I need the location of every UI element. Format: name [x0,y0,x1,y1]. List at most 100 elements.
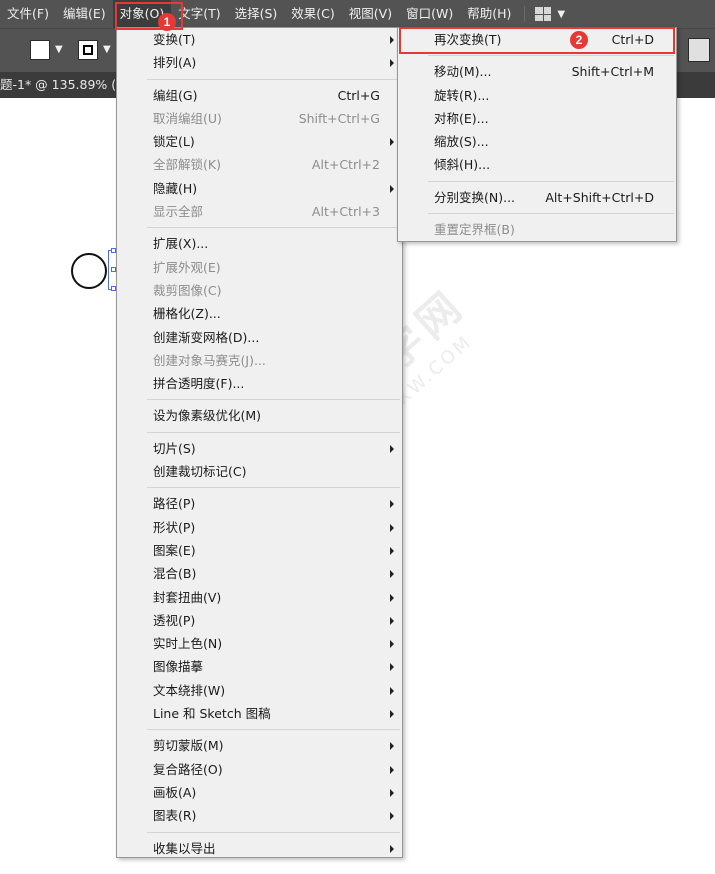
menubar: 文件(F) 编辑(E) 对象(O) 文字(T) 选择(S) 效果(C) 视图(V… [0,0,715,28]
object-menu-item[interactable]: 画板(A) [117,781,402,804]
stroke-square-icon [83,45,93,55]
object-menu-item[interactable]: 剪切蒙版(M) [117,734,402,757]
menu-divider [147,78,400,80]
menu-item-label: 取消编组(U) [153,110,222,126]
object-menu-item[interactable]: 拼合透明度(F)... [117,372,402,395]
menu-item-label: 路径(P) [153,496,196,512]
object-menu-item[interactable]: Line 和 Sketch 图稿 [117,702,402,725]
object-menu-item[interactable]: 切片(S) [117,437,402,460]
menu-item-shortcut: Ctrl+G [337,87,380,103]
submenu-arrow-icon [390,593,394,602]
object-menu-item[interactable]: 图像描摹 [117,655,402,678]
object-menu-item[interactable]: 封套扭曲(V) [117,586,402,609]
menu-divider [147,399,400,401]
menu-item-label: 栅格化(Z)... [153,306,221,322]
menu-view[interactable]: 视图(V) [342,0,399,28]
menu-item-label: 移动(M)... [434,64,492,80]
stroke-dropdown-icon[interactable]: ▼ [103,44,111,55]
submenu-arrow-icon [390,742,394,751]
menu-item-label: 收集以导出 [153,840,216,856]
menu-item-label: 剪切蒙版(M) [153,738,224,754]
submenu-arrow-icon [390,36,394,44]
menu-item-label: 创建渐变网格(D)... [153,329,260,345]
menu-divider [147,431,400,433]
object-menu-item[interactable]: 创建裁切标记(C) [117,460,402,483]
object-menu-item[interactable]: 隐藏(H) [117,177,402,200]
object-menu-item[interactable]: 扩展(X)... [117,232,402,255]
menu-item-label: 画板(A) [153,784,197,800]
submenu-arrow-icon [390,686,394,695]
object-menu-item[interactable]: 设为像素级优化(M) [117,404,402,427]
chevron-down-icon[interactable]: ▼ [557,9,565,20]
menu-item-label: 实时上色(N) [153,636,223,652]
transform-submenu: 再次变换(T) Ctrl+D 移动(M)... Shift+Ctrl+M 旋转(R)..… [397,27,677,242]
circle-shape[interactable] [71,253,107,289]
stroke-color-swatch[interactable] [78,40,98,60]
transform-submenu-item[interactable]: 缩放(S)... [398,130,676,153]
object-menu-item[interactable]: 编组(G) Ctrl+G [117,84,402,107]
object-menu-item[interactable]: 图表(R) [117,804,402,827]
submenu-arrow-icon [390,138,394,147]
transform-submenu-item[interactable]: 对称(E)... [398,107,676,130]
menu-item-label: 设为像素级优化(M) [153,408,262,424]
object-menu-item[interactable]: 实时上色(N) [117,632,402,655]
submenu-arrow-icon [390,788,394,797]
fill-color-swatch[interactable] [30,40,50,60]
menu-select[interactable]: 选择(S) [228,0,285,28]
transform-submenu-item[interactable]: 移动(M)... Shift+Ctrl+M [398,60,676,83]
object-menu-item[interactable]: 混合(B) [117,562,402,585]
menu-item-label: 封套扭曲(V) [153,589,222,605]
transform-submenu-item[interactable]: 倾斜(H)... [398,153,676,176]
object-menu-item[interactable]: 锁定(L) [117,130,402,153]
object-menu-item[interactable]: 形状(P) [117,516,402,539]
object-menu-item[interactable]: 变换(T) [117,28,402,51]
transform-submenu-item[interactable]: 再次变换(T) Ctrl+D [398,28,676,51]
control-bar-panel-button[interactable] [688,38,710,62]
menu-item-label: 创建裁切标记(C) [153,464,247,480]
menu-divider [147,729,400,731]
fill-dropdown-icon[interactable]: ▼ [55,44,63,55]
menu-item-label: 混合(B) [153,566,197,582]
menu-divider [147,487,400,489]
menu-edit[interactable]: 编辑(E) [56,0,113,28]
object-menu-item[interactable]: 复合路径(O) [117,758,402,781]
menu-item-label: 切片(S) [153,440,196,456]
object-menu-item[interactable]: 栅格化(Z)... [117,302,402,325]
menu-item-shortcut: Ctrl+D [611,32,654,47]
object-menu-item[interactable]: 路径(P) [117,492,402,515]
menu-type[interactable]: 文字(T) [171,0,227,28]
menu-item-label: 再次变换(T) [434,32,502,47]
menu-file[interactable]: 文件(F) [0,0,56,28]
menu-item-shortcut: Shift+Ctrl+M [571,64,654,80]
menu-effect[interactable]: 效果(C) [284,0,341,28]
menu-item-label: 全部解锁(K) [153,157,221,173]
menu-item-label: 拼合透明度(F)... [153,376,245,392]
submenu-arrow-icon [390,546,394,555]
transform-submenu-item[interactable]: 分别变换(N)... Alt+Shift+Ctrl+D [398,186,676,209]
object-menu-item[interactable]: 排列(A) [117,51,402,74]
object-menu-item[interactable]: 创建渐变网格(D)... [117,326,402,349]
submenu-arrow-icon [390,523,394,532]
submenu-arrow-icon [390,640,394,649]
menu-item-label: 变换(T) [153,32,196,47]
object-menu-item[interactable]: 透视(P) [117,609,402,632]
menu-help[interactable]: 帮助(H) [460,0,518,28]
submenu-arrow-icon [390,616,394,625]
menu-item-label: 裁剪图像(C) [153,282,222,298]
menu-window[interactable]: 窗口(W) [399,0,460,28]
menu-item-shortcut: Alt+Ctrl+3 [311,204,380,220]
menu-item-label: 排列(A) [153,55,197,71]
menu-divider [147,227,400,229]
transform-submenu-item[interactable]: 旋转(R)... [398,84,676,107]
object-menu-item[interactable]: 文本绕排(W) [117,679,402,702]
document-tab-title[interactable]: 题-1* @ 135.89% (C [0,72,125,98]
workspace-layout-icon[interactable] [535,7,552,21]
menu-divider [428,55,674,57]
object-menu-item[interactable]: 收集以导出 [117,837,402,860]
step-badge-2: 2 [570,31,588,49]
submenu-arrow-icon [390,663,394,672]
submenu-arrow-icon [390,59,394,68]
menu-item-label: 文本绕排(W) [153,682,226,698]
menu-item-label: 缩放(S)... [434,134,489,150]
object-menu-item[interactable]: 图案(E) [117,539,402,562]
